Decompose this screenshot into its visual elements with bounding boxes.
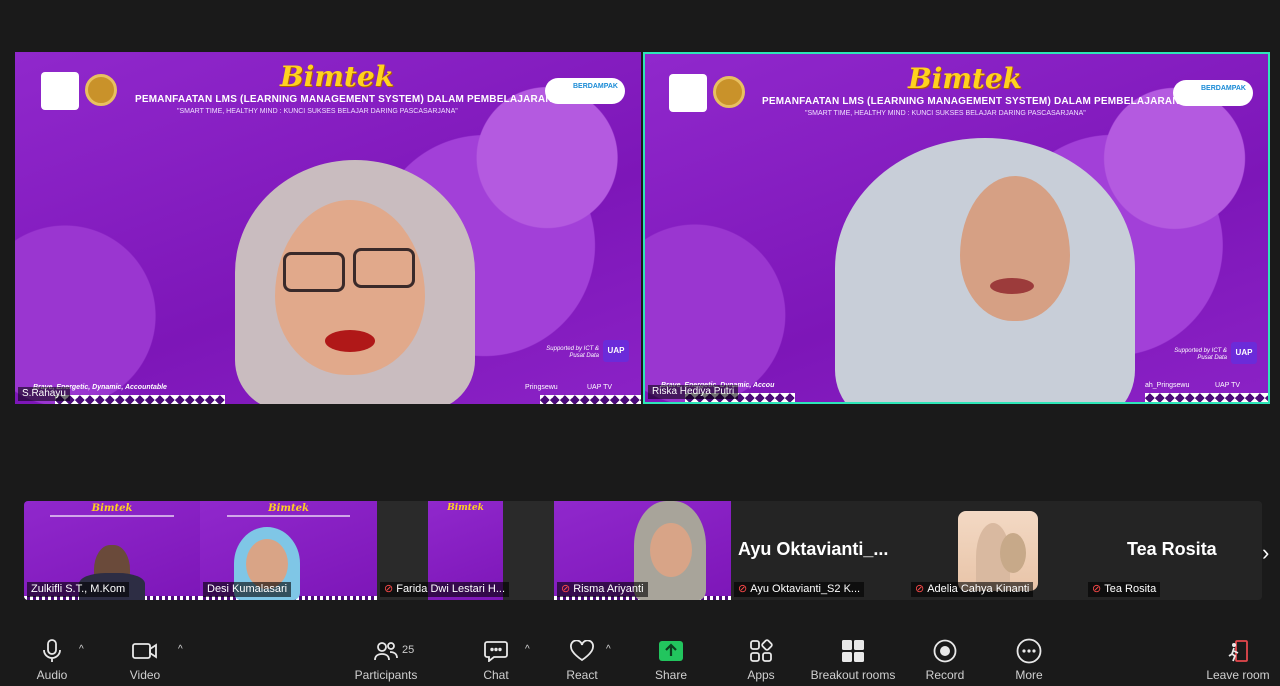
- thumb-name-tag: ⊘ Adelia Cahya Kinanti: [911, 582, 1034, 597]
- checker-strip-left: [55, 395, 225, 404]
- banner-title: Bimtek: [908, 62, 1023, 95]
- supported-by-text: Supported by ICT & Pusat Data: [546, 346, 599, 359]
- thumb-name-tag: ⊘ Farida Dwi Lestari H...: [380, 582, 510, 597]
- audio-label: Audio: [36, 668, 68, 682]
- banner-title: Bimtek: [280, 60, 395, 93]
- heart-icon: [562, 638, 602, 664]
- banner-headline: PEMANFAATAN LMS (LEARNING MANAGEMENT SYS…: [762, 96, 1180, 107]
- more-dots-icon: [1009, 638, 1049, 664]
- participants-count: 25: [402, 644, 415, 656]
- apps-button[interactable]: Apps: [741, 638, 781, 682]
- video-button[interactable]: Video: [125, 638, 165, 682]
- partner-logo: BERDAMPAK: [1173, 80, 1253, 106]
- thumb-farida-dwi-lestari[interactable]: Bimtek ⊘ Farida Dwi Lestari H...: [377, 501, 554, 600]
- banner-footer-tv: UAP TV: [1215, 382, 1241, 389]
- thumb-ayu-oktavianti[interactable]: Ayu Oktavianti_... ⊘ Ayu Oktavianti_S2 K.…: [731, 501, 908, 600]
- share-button[interactable]: Share: [651, 638, 691, 682]
- record-icon: [925, 638, 965, 664]
- uap-logo: UAP: [603, 340, 629, 362]
- breakout-grid-icon: [806, 638, 900, 664]
- muted-mic-icon: ⊘: [738, 583, 748, 595]
- chat-button[interactable]: Chat: [476, 638, 516, 682]
- accreditation-seal: [85, 74, 117, 106]
- video-label: Video: [129, 668, 161, 682]
- banner-footer-tv: UAP TV: [587, 384, 613, 391]
- apps-icon: [741, 638, 781, 664]
- profile-avatar: [958, 511, 1038, 591]
- thumb-adelia-cahya-kinanti[interactable]: ⊘ Adelia Cahya Kinanti: [908, 501, 1085, 600]
- chat-bubble-icon: [476, 638, 516, 664]
- muted-mic-icon: ⊘: [561, 583, 571, 595]
- thumb-name-tag: ⊘ Tea Rosita: [1088, 582, 1161, 597]
- muted-mic-icon: ⊘: [384, 583, 394, 595]
- participant-filmstrip: Bimtek Zulkifli S.T., M.Kom Bimtek Desi …: [24, 501, 1262, 600]
- apps-label: Apps: [747, 668, 775, 682]
- breakout-rooms-button[interactable]: Breakout rooms: [806, 638, 900, 682]
- partner-logo: BERDAMPAK: [545, 78, 625, 104]
- banner-tagline: "SMART TIME, HEALTHY MIND : KUNCI SUKSES…: [177, 108, 458, 115]
- leave-door-icon: [1202, 638, 1274, 664]
- participant-display-name: Ayu Oktavianti_...: [738, 539, 889, 559]
- video-tile-riska-hediya-putri[interactable]: Bimtek PEMANFAATAN LMS (LEARNING MANAGEM…: [643, 52, 1270, 404]
- video-camera-icon: [125, 638, 165, 664]
- participant-video-person: [795, 138, 1155, 402]
- share-screen-icon: [651, 638, 691, 664]
- banner-headline: PEMANFAATAN LMS (LEARNING MANAGEMENT SYS…: [135, 94, 553, 105]
- muted-mic-icon: ⊘: [1092, 583, 1102, 595]
- leave-room-label: Leave room: [1206, 668, 1270, 682]
- audio-options-caret[interactable]: ^: [79, 644, 84, 655]
- filmstrip-next-icon[interactable]: ›: [1262, 540, 1269, 566]
- participant-display-name: Tea Rosita: [1127, 539, 1217, 559]
- leave-room-button[interactable]: Leave room: [1202, 638, 1274, 682]
- record-button[interactable]: Record: [925, 638, 965, 682]
- chat-label: Chat: [483, 668, 509, 682]
- video-tile-s-rahayu[interactable]: Bimtek PEMANFAATAN LMS (LEARNING MANAGEM…: [15, 52, 641, 404]
- thumb-zulkifli[interactable]: Bimtek Zulkifli S.T., M.Kom: [24, 501, 200, 600]
- checker-strip-right: [540, 395, 641, 404]
- university-logo: [41, 72, 79, 110]
- checker-strip-right: [1145, 393, 1268, 402]
- chat-options-caret[interactable]: ^: [525, 644, 530, 655]
- thumb-desi-kumalasari[interactable]: Bimtek Desi Kumalasari: [200, 501, 377, 600]
- share-label: Share: [654, 668, 688, 682]
- meeting-window: Bimtek PEMANFAATAN LMS (LEARNING MANAGEM…: [0, 0, 1280, 686]
- university-logo: [669, 74, 707, 112]
- participants-label: Participants: [354, 668, 418, 682]
- muted-mic-icon: ⊘: [915, 583, 925, 595]
- thumb-tea-rosita[interactable]: Tea Rosita ⊘ Tea Rosita: [1085, 501, 1262, 600]
- supported-by-text: Supported by ICT & Pusat Data: [1174, 348, 1227, 361]
- thumb-name-tag: Desi Kumalasari: [203, 582, 292, 597]
- accreditation-seal: [713, 76, 745, 108]
- banner-tagline: "SMART TIME, HEALTHY MIND : KUNCI SUKSES…: [805, 110, 1086, 117]
- react-button[interactable]: React: [562, 638, 602, 682]
- thumb-name-tag: ⊘ Risma Ariyanti: [557, 582, 648, 597]
- participant-name-tag: Riska Hediya Putri: [648, 385, 739, 399]
- thumb-name-tag: ⊘ Ayu Oktavianti_S2 K...: [734, 582, 865, 597]
- participant-video-person: [225, 160, 545, 404]
- participant-name-tag: S.Rahayu: [18, 387, 70, 401]
- more-label: More: [1015, 668, 1043, 682]
- react-label: React: [566, 668, 598, 682]
- video-options-caret[interactable]: ^: [178, 644, 183, 655]
- meeting-toolbar: Audio ^ Video ^ Participants 25 Chat ^ R…: [0, 630, 1280, 686]
- record-label: Record: [925, 668, 965, 682]
- react-options-caret[interactable]: ^: [606, 644, 611, 655]
- microphone-icon: [32, 638, 72, 664]
- uap-logo: UAP: [1231, 342, 1257, 364]
- more-button[interactable]: More: [1009, 638, 1049, 682]
- breakout-rooms-label: Breakout rooms: [810, 668, 896, 682]
- thumb-risma-ariyanti[interactable]: ⊘ Risma Ariyanti: [554, 501, 731, 600]
- thumb-name-tag: Zulkifli S.T., M.Kom: [27, 582, 130, 597]
- audio-button[interactable]: Audio: [32, 638, 72, 682]
